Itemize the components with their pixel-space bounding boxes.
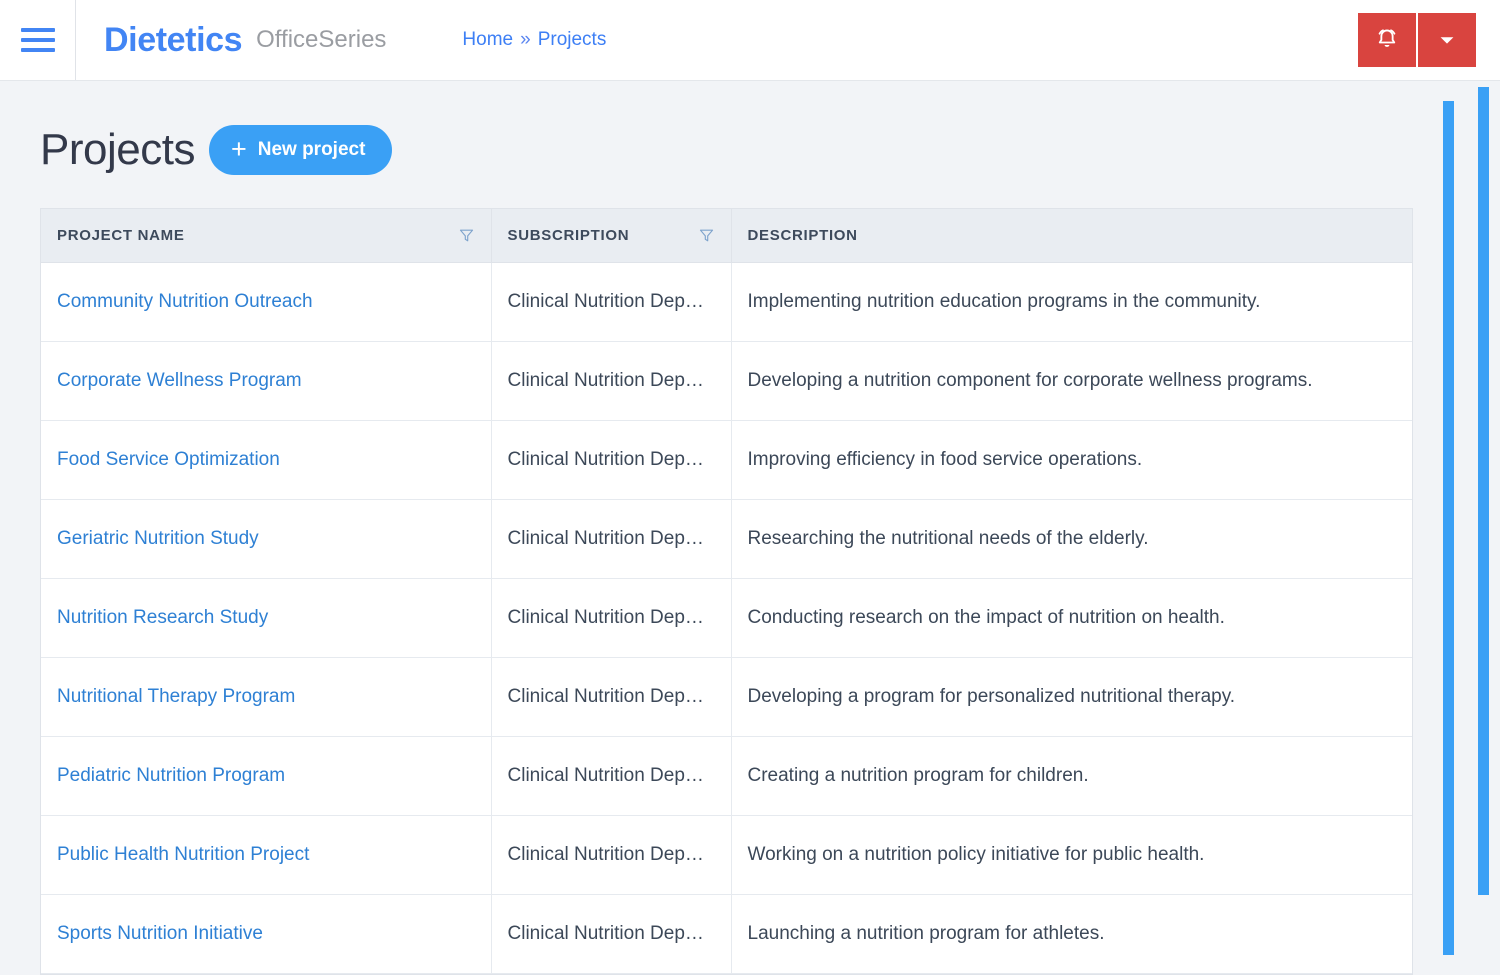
breadcrumb-item-projects[interactable]: Projects: [538, 29, 607, 51]
cell-description: Conducting research on the impact of nut…: [731, 578, 1412, 658]
cell-description: Improving efficiency in food service ope…: [731, 420, 1412, 500]
cell-project-name: Geriatric Nutrition Study: [41, 499, 492, 579]
notifications-button[interactable]: [1358, 13, 1416, 67]
table-row: Food Service Optimization Clinical Nutrit…: [41, 420, 1412, 500]
project-link[interactable]: Food Service Optimization: [57, 449, 280, 470]
cell-description: Implementing nutrition education program…: [731, 262, 1412, 342]
cell-description: Working on a nutrition policy initiative…: [731, 815, 1412, 895]
cell-project-name: Public Health Nutrition Project: [41, 815, 492, 895]
brand-suffix: OfficeSeries: [256, 26, 387, 53]
cell-subscription: Clinical Nutrition Dep…: [491, 262, 732, 342]
cell-project-name: Pediatric Nutrition Program: [41, 736, 492, 816]
cell-description: Creating a nutrition program for childre…: [731, 736, 1412, 816]
cell-subscription: Clinical Nutrition Dep…: [491, 420, 732, 500]
hamburger-icon-bar: [20, 38, 55, 42]
cell-project-name: Nutritional Therapy Program: [41, 657, 492, 737]
chevron-down-icon: [1440, 37, 1454, 44]
breadcrumb-item-home[interactable]: Home: [462, 29, 513, 51]
project-link[interactable]: Nutritional Therapy Program: [57, 686, 295, 707]
cell-subscription: Clinical Nutrition Dep…: [491, 578, 732, 658]
cell-project-name: Sports Nutrition Initiative: [41, 894, 492, 974]
hamburger-icon-bar: [20, 28, 55, 32]
user-menu-button[interactable]: [1418, 13, 1476, 67]
cell-subscription: Clinical Nutrition Dep…: [491, 341, 732, 421]
cell-subscription: Clinical Nutrition Dep…: [491, 657, 732, 737]
header-actions: [1358, 0, 1500, 80]
cell-project-name: Nutrition Research Study: [41, 578, 492, 658]
hamburger-icon-bar: [20, 48, 55, 52]
cell-description: Developing a program for personalized nu…: [731, 657, 1412, 737]
page-body: Projects + New project PROJECT NAME SUBS…: [0, 81, 1500, 975]
table-row: Nutritional Therapy Program Clinical Nutr…: [41, 657, 1412, 737]
project-link[interactable]: Nutrition Research Study: [57, 607, 268, 628]
column-header-project-name[interactable]: PROJECT NAME: [41, 209, 492, 263]
page-title: Projects: [40, 125, 195, 174]
brand-block[interactable]: Dietetics OfficeSeries: [76, 0, 386, 80]
cell-description: Researching the nutritional needs of the…: [731, 499, 1412, 579]
cell-project-name: Food Service Optimization: [41, 420, 492, 500]
table-row: Public Health Nutrition Project Clinical …: [41, 815, 1412, 895]
table-row: Geriatric Nutrition Study Clinical Nutrit…: [41, 499, 1412, 579]
table-header-row: PROJECT NAME SUBSCRIPTION DESCRIPTION: [41, 209, 1412, 263]
table-header: PROJECT NAME SUBSCRIPTION DESCRIPTION: [41, 209, 1412, 263]
cell-project-name: Corporate Wellness Program: [41, 341, 492, 421]
breadcrumb-separator-icon: »: [520, 29, 531, 50]
new-project-label: New project: [257, 139, 366, 160]
table-row: Nutrition Research Study Clinical Nutriti…: [41, 578, 1412, 658]
projects-table-container: PROJECT NAME SUBSCRIPTION DESCRIPTION Co…: [40, 208, 1413, 975]
projects-table: PROJECT NAME SUBSCRIPTION DESCRIPTION Co…: [41, 209, 1412, 974]
new-project-button[interactable]: + New project: [208, 125, 393, 175]
plus-icon: +: [230, 133, 247, 164]
outer-scrollbar-thumb[interactable]: [1478, 87, 1489, 895]
project-link[interactable]: Community Nutrition Outreach: [57, 291, 313, 312]
cell-subscription: Clinical Nutrition Dep…: [491, 499, 732, 579]
table-row: Corporate Wellness Program Clinical Nutri…: [41, 341, 1412, 421]
project-link[interactable]: Sports Nutrition Initiative: [57, 923, 263, 944]
table-row: Community Nutrition Outreach Clinical Nut…: [41, 262, 1412, 342]
project-link[interactable]: Public Health Nutrition Project: [57, 844, 309, 865]
project-link[interactable]: Corporate Wellness Program: [57, 370, 302, 391]
column-header-description[interactable]: DESCRIPTION: [731, 209, 1412, 263]
cell-subscription: Clinical Nutrition Dep…: [491, 815, 732, 895]
brand-name: Dietetics: [104, 20, 243, 59]
app-header: Dietetics OfficeSeries Home » Projects: [0, 0, 1500, 81]
filter-icon[interactable]: [458, 227, 475, 244]
filter-icon[interactable]: [698, 227, 715, 244]
bell-icon: [1378, 29, 1396, 47]
column-header-label: DESCRIPTION: [747, 226, 858, 244]
cell-subscription: Clinical Nutrition Dep…: [491, 894, 732, 974]
cell-project-name: Community Nutrition Outreach: [41, 262, 492, 342]
column-header-subscription[interactable]: SUBSCRIPTION: [491, 209, 732, 263]
table-row: Sports Nutrition Initiative Clinical Nutr…: [41, 894, 1412, 974]
column-header-label: SUBSCRIPTION: [507, 226, 630, 244]
project-link[interactable]: Pediatric Nutrition Program: [57, 765, 285, 786]
inner-scrollbar-thumb[interactable]: [1443, 101, 1454, 955]
table-row: Pediatric Nutrition Program Clinical Nutr…: [41, 736, 1412, 816]
column-header-label: PROJECT NAME: [57, 226, 185, 244]
cell-description: Launching a nutrition program for athlet…: [731, 894, 1412, 974]
cell-subscription: Clinical Nutrition Dep…: [491, 736, 732, 816]
table-body: Community Nutrition Outreach Clinical Nut…: [41, 262, 1412, 974]
page-title-row: Projects + New project: [0, 81, 1500, 175]
project-link[interactable]: Geriatric Nutrition Study: [57, 528, 259, 549]
cell-description: Developing a nutrition component for cor…: [731, 341, 1412, 421]
breadcrumb: Home » Projects: [462, 0, 606, 80]
hamburger-menu-button[interactable]: [0, 0, 76, 80]
